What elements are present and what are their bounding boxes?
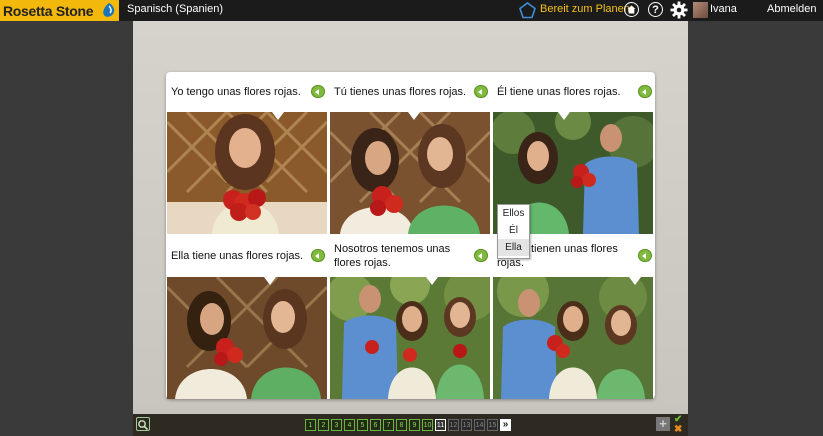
page-button[interactable]: 12 — [448, 419, 459, 431]
dropdown-option-ella[interactable]: Ella — [498, 239, 529, 256]
pentagon-icon[interactable] — [519, 2, 536, 19]
speaker-icon[interactable] — [311, 249, 325, 262]
home-icon — [627, 5, 636, 14]
photo-group-pointing[interactable] — [493, 277, 653, 399]
speech-pointer — [272, 112, 284, 120]
rosetta-stone-logo[interactable]: Rosetta Stone — [0, 0, 119, 21]
page-button[interactable]: 1 — [305, 419, 316, 431]
photo-two-women[interactable] — [330, 112, 490, 234]
speaker-icon[interactable] — [474, 249, 488, 262]
page-button[interactable]: 14 — [474, 419, 485, 431]
card-caption-5: Nosotros tenemos unas flores rojas. — [334, 243, 451, 269]
speech-pointer — [264, 277, 276, 285]
speech-pointer — [426, 277, 438, 285]
next-page-button[interactable]: » — [500, 419, 511, 431]
zoom-button[interactable] — [136, 417, 150, 431]
page-button[interactable]: 2 — [318, 419, 329, 431]
speech-pointer — [629, 277, 641, 285]
speaker-icon[interactable] — [474, 85, 488, 98]
brand-name: Rosetta Stone — [3, 2, 94, 19]
page-navigator: 1 2 3 4 5 6 7 8 9 10 11 12 13 14 15» — [305, 419, 511, 431]
course-title[interactable]: Spanisch (Spanien) — [127, 3, 223, 15]
speaker-icon[interactable] — [638, 249, 652, 262]
page-button[interactable]: 7 — [383, 419, 394, 431]
add-button[interactable]: + — [656, 417, 670, 431]
speaker-icon[interactable] — [311, 85, 325, 98]
dropdown-option-el[interactable]: Él — [498, 222, 529, 239]
page-button[interactable]: 6 — [370, 419, 381, 431]
page-button[interactable]: 5 — [357, 419, 368, 431]
page-button[interactable]: 8 — [396, 419, 407, 431]
page-button[interactable]: 3 — [331, 419, 342, 431]
logout-link[interactable]: Abmelden — [767, 3, 817, 15]
page-button[interactable]: 11 — [435, 419, 446, 431]
page-button[interactable]: 10 — [422, 419, 433, 431]
card-caption-1: Yo tengo unas flores rojas. — [171, 86, 301, 98]
cross-icon[interactable]: ✖ — [674, 424, 682, 435]
page-button[interactable]: 4 — [344, 419, 355, 431]
dropdown-option-ellos[interactable]: Ellos — [498, 205, 529, 222]
photo-group-three[interactable] — [330, 277, 490, 399]
page-button[interactable]: 9 — [409, 419, 420, 431]
page-button[interactable]: 13 — [461, 419, 472, 431]
pronoun-dropdown[interactable]: Ellos Él Ella — [497, 204, 530, 259]
user-name[interactable]: Ivana — [710, 3, 737, 15]
magnifier-icon — [138, 420, 149, 431]
gear-icon[interactable] — [670, 1, 688, 19]
page-button[interactable]: 15 — [487, 419, 498, 431]
photo-woman-flowers[interactable] — [167, 112, 327, 234]
speaker-icon[interactable] — [638, 85, 652, 98]
help-button[interactable]: ? — [648, 2, 663, 17]
lesson-panel: Yo tengo unas flores rojas. Tú tienes un… — [166, 72, 655, 399]
card-caption-2: Tú tienes unas flores rojas. — [334, 86, 467, 98]
stone-icon — [103, 3, 115, 17]
speech-pointer — [558, 112, 570, 120]
user-avatar[interactable] — [693, 2, 708, 18]
speech-pointer — [408, 112, 420, 120]
photo-two-women-pointing[interactable] — [167, 277, 327, 399]
card-caption-4: Ella tiene unas flores rojas. — [171, 250, 304, 262]
home-button[interactable] — [624, 2, 639, 17]
plan-link[interactable]: Bereit zum Planen — [540, 3, 630, 15]
card-caption-3: Él tiene unas flores rojas. — [497, 86, 621, 98]
